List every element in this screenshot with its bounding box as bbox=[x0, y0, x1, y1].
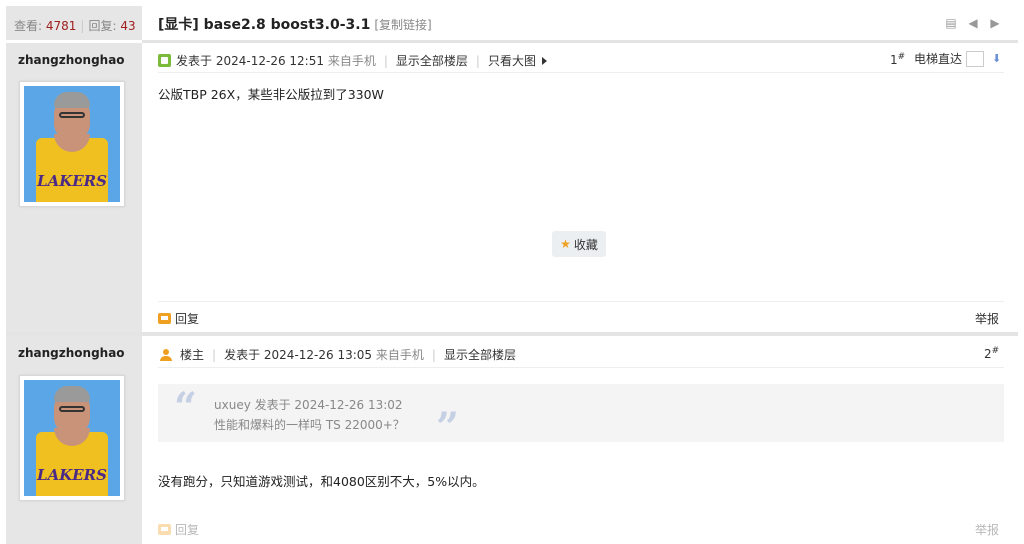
post-1-username[interactable]: zhangzhonghao bbox=[18, 53, 125, 67]
hair-shape bbox=[54, 92, 90, 108]
post-1-reply-button[interactable]: 回复 bbox=[158, 310, 199, 327]
quote-author: uxuey 发表于 2024-12-26 13:02 bbox=[214, 398, 403, 412]
next-arrow-icon[interactable]: ▶ bbox=[988, 16, 1002, 30]
avatar-image: LAKERS bbox=[24, 380, 120, 496]
posted-prefix: 发表于 bbox=[224, 348, 261, 362]
meta-divider: | bbox=[431, 347, 436, 362]
post-1-report-link[interactable]: 举报 bbox=[975, 310, 999, 327]
replies-count: 43 bbox=[120, 19, 136, 33]
floor-jump: 电梯直达 ⬇ bbox=[914, 50, 1001, 67]
stats-divider: | bbox=[80, 19, 85, 33]
jersey-logo: LAKERS bbox=[37, 172, 107, 190]
post-1-floor: 1# bbox=[890, 52, 905, 67]
prev-arrow-icon[interactable]: ◀ bbox=[966, 16, 980, 30]
reply-label: 回复 bbox=[175, 312, 200, 326]
op-label: 楼主 bbox=[180, 348, 205, 362]
posted-prefix: 发表于 bbox=[176, 54, 213, 68]
post-1-avatar[interactable]: LAKERS bbox=[19, 81, 125, 207]
floor-number: 1 bbox=[890, 53, 898, 67]
thread-title: [显卡] base2.8 boost3.0-3.1 [复制链接] bbox=[158, 14, 432, 34]
reply-label: 回复 bbox=[175, 523, 200, 537]
thread-title-text: [显卡] base2.8 boost3.0-3.1 bbox=[158, 17, 371, 33]
post-2-report-link[interactable]: 举报 bbox=[975, 521, 999, 538]
open-quote-icon: “ bbox=[174, 384, 198, 431]
footer-divider-line bbox=[158, 301, 1004, 302]
meta-divider-line bbox=[158, 72, 1004, 73]
reply-icon bbox=[158, 313, 171, 324]
views-label: 查看: bbox=[14, 19, 43, 33]
post-source: 来自手机 bbox=[375, 348, 424, 362]
jersey-logo: LAKERS bbox=[37, 466, 107, 484]
online-status-icon bbox=[158, 54, 171, 67]
jump-label: 电梯直达 bbox=[914, 52, 963, 66]
favorite-label: 收藏 bbox=[573, 237, 598, 252]
floor-symbol: # bbox=[897, 52, 906, 62]
down-arrow-icon[interactable]: ⬇ bbox=[992, 52, 1001, 65]
floor-symbol: # bbox=[991, 346, 1000, 356]
post-2-username[interactable]: zhangzhonghao bbox=[18, 346, 125, 360]
post-2-avatar[interactable]: LAKERS bbox=[19, 375, 125, 501]
views-count: 4781 bbox=[45, 19, 77, 33]
reply-icon bbox=[158, 524, 171, 535]
quote-block bbox=[158, 384, 1004, 442]
post-1-content: 公版TBP 26X，某些非公版拉到了330W bbox=[158, 87, 384, 102]
jump-input[interactable] bbox=[966, 50, 985, 67]
user-icon bbox=[160, 348, 172, 361]
glasses-shape bbox=[59, 112, 85, 118]
replies-label: 回复: bbox=[88, 19, 117, 33]
show-all-floors-link[interactable]: 显示全部楼层 bbox=[396, 52, 468, 69]
post-1-meta: 发表于 2024-12-26 12:51 来自手机 | 显示全部楼层 | 只看大… bbox=[158, 52, 547, 69]
hair-shape bbox=[54, 386, 90, 402]
star-icon: ★ bbox=[560, 237, 571, 251]
meta-divider: | bbox=[212, 347, 217, 362]
meta-divider: | bbox=[383, 53, 388, 68]
header-tools: ▤ ◀ ▶ bbox=[944, 16, 1002, 30]
post-2-floor: 2# bbox=[984, 346, 999, 361]
glasses-shape bbox=[59, 406, 85, 412]
post-2-reply-button[interactable]: 回复 bbox=[158, 521, 199, 538]
meta-divider-line bbox=[158, 367, 1004, 368]
post-date: 2024-12-26 12:51 bbox=[215, 53, 324, 68]
meta-divider: | bbox=[475, 53, 480, 68]
expand-triangle-icon[interactable] bbox=[541, 56, 547, 65]
post-2-meta: 楼主 | 发表于 2024-12-26 13:05 来自手机 | 显示全部楼层 bbox=[160, 346, 516, 363]
print-icon[interactable]: ▤ bbox=[944, 16, 958, 30]
show-all-floors-link[interactable]: 显示全部楼层 bbox=[444, 346, 516, 363]
close-quote-icon: ” bbox=[436, 404, 460, 451]
post-2-content: 没有跑分，只知道游戏测试，和4080区别不大，5%以内。 bbox=[158, 474, 485, 489]
thread-stats: 查看: 4781 | 回复: 43 bbox=[14, 17, 136, 34]
view-large-images-link[interactable]: 只看大图 bbox=[488, 52, 536, 69]
floor-number: 2 bbox=[984, 347, 992, 361]
quote-text: 性能和爆料的一样吗 TS 22000+？ bbox=[214, 418, 405, 432]
copy-link-button[interactable]: [复制链接] bbox=[374, 18, 431, 32]
post-source: 来自手机 bbox=[327, 54, 376, 68]
post-date: 2024-12-26 13:05 bbox=[263, 347, 373, 362]
favorite-button[interactable]: ★ 收藏 bbox=[552, 231, 606, 257]
avatar-image: LAKERS bbox=[24, 86, 120, 202]
